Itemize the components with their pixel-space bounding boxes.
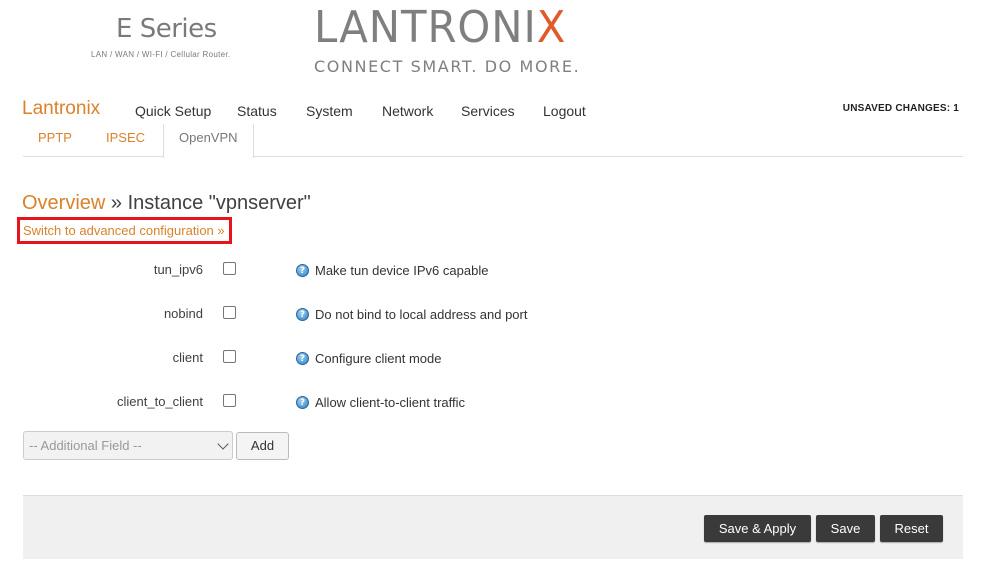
add-field-button[interactable]: Add xyxy=(236,432,289,460)
nav-logout[interactable]: Logout xyxy=(543,103,586,119)
vpn-subtabs: PPTP IPSEC OpenVPN xyxy=(23,124,963,158)
help-icon: ? xyxy=(296,264,309,277)
chevron-down-icon xyxy=(217,438,229,450)
additional-field-select[interactable]: -- Additional Field -- xyxy=(23,431,233,460)
option-label: tun_ipv6 xyxy=(153,262,203,277)
client-checkbox[interactable] xyxy=(223,350,236,363)
logo-tagline: CONNECT SMART. DO MORE. xyxy=(314,57,581,76)
breadcrumb-separator: » xyxy=(105,192,128,214)
option-row: client_to_client ? Allow client-to-clien… xyxy=(0,392,987,416)
option-description: Configure client mode xyxy=(315,351,442,366)
client-to-client-checkbox[interactable] xyxy=(223,394,236,407)
option-label: client_to_client xyxy=(117,394,203,409)
help-icon: ? xyxy=(296,396,309,409)
tab-openvpn[interactable]: OpenVPN xyxy=(163,124,254,158)
lantronix-logo: LANTRONIX CONNECT SMART. DO MORE. xyxy=(314,2,580,76)
save-apply-button[interactable]: Save & Apply xyxy=(704,515,811,542)
option-row: tun_ipv6 ? Make tun device IPv6 capable xyxy=(0,260,987,284)
main-navbar: Lantronix Quick Setup Status System Netw… xyxy=(0,96,987,126)
tab-ipsec[interactable]: IPSEC xyxy=(106,124,145,157)
tab-pptp[interactable]: PPTP xyxy=(38,124,72,157)
instance-title: Instance "vpnserver" xyxy=(127,192,311,214)
brand-link[interactable]: Lantronix xyxy=(22,98,100,120)
option-description: Allow client-to-client traffic xyxy=(315,395,466,410)
help-icon: ? xyxy=(296,308,309,321)
nav-system[interactable]: System xyxy=(306,103,353,119)
nav-services[interactable]: Services xyxy=(461,103,515,119)
option-label: client xyxy=(172,350,203,365)
help-icon: ? xyxy=(296,352,309,365)
option-description: Do not bind to local address and port xyxy=(315,307,528,322)
page-title: Overview » Instance "vpnserver" xyxy=(22,192,311,215)
advanced-config-link[interactable]: Switch to advanced configuration » xyxy=(17,217,232,244)
nav-quick-setup[interactable]: Quick Setup xyxy=(135,103,211,119)
header: E Series LAN / WAN / WI-FI / Cellular Ro… xyxy=(0,0,987,90)
nobind-checkbox[interactable] xyxy=(223,306,236,319)
reset-button[interactable]: Reset xyxy=(880,515,943,542)
option-row: nobind ? Do not bind to local address an… xyxy=(0,304,987,328)
breadcrumb-overview-link[interactable]: Overview xyxy=(22,192,105,214)
logo-wordmark: LANTRONIX xyxy=(314,2,567,54)
nav-network[interactable]: Network xyxy=(382,103,433,119)
logo-x-letter: X xyxy=(536,2,567,53)
nav-status[interactable]: Status xyxy=(237,103,277,119)
option-row: client ? Configure client mode xyxy=(0,348,987,372)
unsaved-changes-indicator[interactable]: UNSAVED CHANGES: 1 xyxy=(843,103,959,114)
tun-ipv6-checkbox[interactable] xyxy=(223,262,236,275)
option-description: Make tun device IPv6 capable xyxy=(315,263,489,278)
option-label: nobind xyxy=(163,306,203,321)
additional-field-selected: -- Additional Field -- xyxy=(29,438,142,453)
save-button[interactable]: Save xyxy=(816,515,875,542)
series-title: E Series xyxy=(116,14,217,44)
logo-main-text: LANTRONI xyxy=(314,2,537,53)
footer-action-bar: Save & Apply Save Reset xyxy=(23,495,963,559)
series-subtitle: LAN / WAN / WI-FI / Cellular Router. xyxy=(91,50,231,59)
